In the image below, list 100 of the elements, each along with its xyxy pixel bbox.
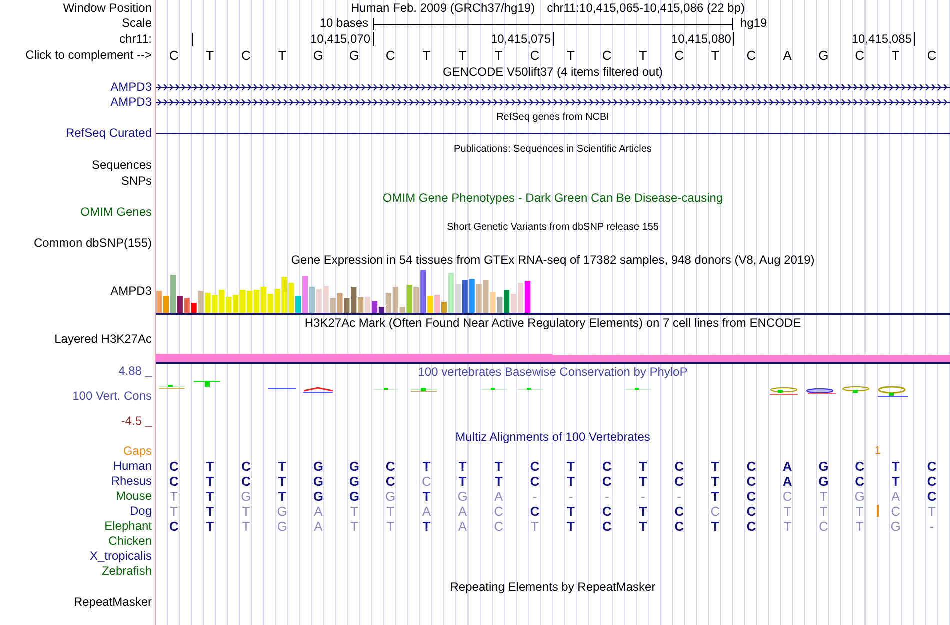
base-letter: T (567, 504, 575, 518)
track-title: GENCODE V50lift37 (4 items filtered out) (442, 65, 664, 79)
base-letter: T (278, 490, 286, 504)
scale-length: 10 bases (320, 16, 369, 31)
base-letter[interactable]: A (783, 48, 792, 63)
base-letter: A (458, 504, 468, 518)
base-letter: C (818, 520, 828, 534)
track-label[interactable]: Chicken (108, 534, 152, 549)
base-letter: T (458, 460, 467, 474)
base-letter: T (928, 504, 936, 518)
assembly-title: Human Feb. 2009 (GRCh37/hg19) (350, 0, 536, 17)
track-label[interactable]: AMPD3 (110, 80, 152, 95)
track-title: Multiz Alignments of 100 Vertebrates (456, 430, 650, 444)
base-letter: - (604, 490, 610, 504)
base-letter: G (349, 490, 360, 504)
gap-count: 1 (874, 444, 881, 459)
base-letter: T (242, 504, 250, 518)
track-label[interactable]: Human (113, 459, 152, 474)
base-letter: - (532, 490, 538, 504)
track-label[interactable]: AMPD3 (110, 95, 152, 110)
base-letter: T (350, 504, 358, 518)
base-letter: G (313, 490, 324, 504)
base-letter[interactable]: C (855, 48, 864, 63)
base-letter[interactable]: C (674, 48, 684, 63)
track-label[interactable]: SNPs (121, 174, 152, 189)
base-letter: T (278, 474, 286, 488)
track-label[interactable]: RefSeq Curated (66, 126, 152, 141)
base-letter: A (314, 520, 323, 534)
base-letter: T (639, 504, 648, 518)
base-letter: A (314, 504, 323, 518)
base-letter[interactable]: T (711, 48, 720, 63)
base-letter: A (494, 490, 504, 504)
base-letter: G (458, 490, 468, 504)
base-letter: T (856, 520, 864, 534)
base-letter: T (206, 520, 214, 534)
base-letter[interactable]: C (386, 48, 396, 63)
base-letter: G (890, 520, 901, 534)
track-label: chr11: (120, 32, 152, 46)
base-letter[interactable]: T (422, 48, 431, 63)
track-label[interactable]: Click to complement --> (26, 48, 152, 63)
base-letter: T (494, 460, 503, 474)
track-label[interactable]: RepeatMasker (74, 595, 152, 610)
track-label[interactable]: OMIM Genes (80, 205, 152, 220)
track-label: -4.5 _ (121, 414, 152, 429)
base-letter: G (349, 460, 360, 474)
track-label[interactable]: Mouse (116, 489, 152, 504)
base-letter[interactable]: T (892, 48, 900, 63)
track-label[interactable]: AMPD3 (110, 284, 152, 299)
track-title: Gene Expression in 54 tissues from GTEx RNA-seq of 17382 samples, 948 donors (V8, Aug 2019) (291, 252, 815, 266)
base-letter[interactable]: C (927, 48, 937, 63)
base-letter: A (892, 490, 900, 504)
base-letter: T (820, 504, 828, 518)
base-letter[interactable]: G (313, 48, 324, 63)
track-label[interactable]: Rhesus (111, 474, 152, 489)
base-letter: C (674, 460, 684, 474)
track-label[interactable]: X_tropicalis (90, 549, 152, 564)
base-letter: C (386, 474, 396, 488)
genome-label: hg19 (740, 16, 768, 31)
base-letter: G (818, 460, 829, 474)
track-label[interactable]: Common dbSNP(155) (34, 236, 152, 251)
base-letter[interactable]: C (169, 48, 179, 63)
track-title: Short Genetic Variants from dbSNP release 155 (447, 221, 659, 235)
base-letter[interactable]: C (602, 48, 612, 63)
base-letter[interactable]: T (458, 48, 467, 63)
base-letter[interactable]: C (242, 48, 251, 63)
base-letter: T (170, 490, 178, 504)
base-letter: G (241, 490, 252, 504)
base-letter[interactable]: T (639, 48, 648, 63)
base-letter: T (639, 520, 648, 534)
base-letter: T (278, 460, 286, 474)
track-label[interactable]: Dog (130, 504, 152, 519)
base-letter[interactable]: G (818, 48, 829, 63)
base-letter[interactable]: C (530, 48, 540, 63)
base-letter: G (277, 520, 288, 534)
base-letter[interactable]: T (278, 48, 286, 63)
base-letter: A (782, 474, 792, 488)
track-label[interactable]: 100 Vert. Cons (72, 389, 152, 404)
base-letter: T (458, 474, 467, 488)
base-letter: T (206, 504, 214, 518)
base-letter: C (422, 474, 432, 488)
base-letter: G (386, 490, 396, 504)
base-letter: C (710, 504, 720, 518)
base-letter: A (458, 520, 468, 534)
base-letter[interactable]: T (494, 48, 503, 63)
track-label: Scale (122, 16, 152, 31)
base-letter: T (567, 520, 575, 534)
base-letter: G (313, 460, 324, 474)
track-label[interactable]: Sequences (92, 158, 152, 173)
base-letter: C (891, 504, 901, 518)
track-label[interactable]: Zebrafish (102, 564, 152, 579)
base-letter[interactable]: T (567, 48, 575, 63)
track-label[interactable]: Layered H3K27Ac (54, 332, 152, 347)
base-letter[interactable]: C (746, 48, 756, 63)
base-letter: T (784, 504, 792, 518)
base-letter: T (567, 474, 575, 488)
base-letter: C (242, 474, 251, 488)
base-letter[interactable]: G (349, 48, 360, 63)
track-title: OMIM Gene Phenotypes - Dark Green Can Be Disease-causing (382, 190, 724, 204)
base-letter[interactable]: T (206, 48, 214, 63)
track-label[interactable]: Elephant (104, 519, 152, 534)
